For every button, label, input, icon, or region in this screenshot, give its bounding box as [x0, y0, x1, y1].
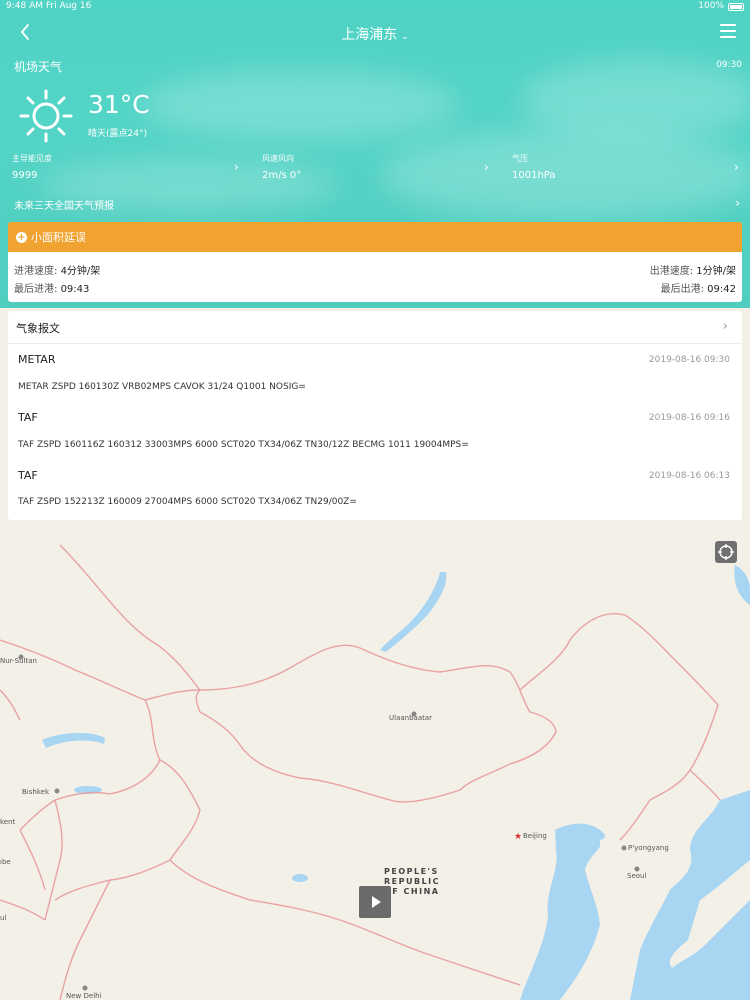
- report-type: TAF: [18, 411, 38, 424]
- city-label: P'yongyang: [628, 844, 669, 852]
- report-text: TAF ZSPD 152213Z 160009 27004MPS 6000 SC…: [18, 497, 357, 507]
- status-bar: 9:48 AM Fri Aug 16 100%: [0, 0, 750, 14]
- chevron-right-icon: ›: [734, 160, 739, 174]
- departure-speed-value: 1分钟/架: [696, 266, 736, 277]
- city-label: Beijing: [523, 832, 547, 840]
- last-arrival: 最后进港: 09:43: [14, 280, 89, 295]
- delay-banner[interactable]: + 小面积延误: [8, 222, 742, 252]
- chevron-down-icon: ⌄: [401, 32, 409, 42]
- plus-circle-icon: +: [16, 231, 27, 243]
- sun-icon: [19, 89, 73, 143]
- country-label-line: PEOPLE'S: [384, 867, 439, 876]
- report-type: TAF: [18, 469, 38, 482]
- metar-card-title[interactable]: 气象报文: [16, 320, 60, 336]
- report-text: METAR ZSPD 160130Z VRB02MPS CAVOK 31/24 …: [18, 382, 306, 392]
- crosshair-icon: [718, 544, 734, 560]
- chevron-right-icon[interactable]: ›: [723, 319, 728, 334]
- map-view[interactable]: Nur-Sultan Ulaanbaatar Bishkek kent Beij…: [0, 528, 750, 1000]
- last-arrival-value: 09:43: [60, 284, 90, 295]
- airport-selector[interactable]: 上海浦东 ⌄: [0, 24, 750, 44]
- map-canvas: [0, 528, 750, 1000]
- battery-icon: [728, 3, 744, 11]
- hamburger-icon: [720, 24, 736, 26]
- report-text: TAF ZSPD 160116Z 160312 33003MPS 6000 SC…: [18, 440, 469, 450]
- city-label: ul: [0, 914, 7, 922]
- metric-value: 2m/s 0°: [262, 170, 302, 181]
- report-time: 2019-08-16 06:13: [648, 471, 730, 481]
- delay-card: + 小面积延误 进港速度: 4分钟/架 出港速度: 1分钟/架 最后进港: 09…: [8, 222, 742, 302]
- wind-metric[interactable]: 风速风向 2m/s 0°: [262, 153, 301, 181]
- last-departure-value: 09:42: [707, 284, 736, 295]
- report-type: METAR: [18, 353, 56, 366]
- section-label: 机场天气: [14, 60, 63, 74]
- country-label-line: OF CHINA: [384, 887, 440, 896]
- city-label: Seoul: [627, 872, 647, 880]
- locate-button[interactable]: [715, 541, 737, 563]
- departure-speed: 出港速度: 1分钟/架: [650, 262, 736, 277]
- weather-condition: 晴天(露点24°): [88, 129, 147, 139]
- city-label: New Delhi: [66, 992, 102, 1000]
- status-time: 9:48 AM Fri Aug 16: [6, 1, 92, 11]
- city-label: Nur-Sultan: [0, 657, 37, 665]
- report-time: 2019-08-16 09:16: [648, 413, 730, 423]
- pressure-metric[interactable]: 气压 1001hPa: [512, 153, 556, 181]
- chevron-right-icon: ›: [484, 160, 489, 174]
- airport-name: 上海浦东: [341, 27, 398, 43]
- report-time: 2019-08-16 09:30: [648, 355, 730, 365]
- metric-label: 气压: [512, 154, 528, 163]
- play-button[interactable]: [359, 886, 391, 918]
- metric-value: 1001hPa: [512, 170, 556, 181]
- menu-button[interactable]: [720, 24, 736, 38]
- play-icon: [372, 896, 381, 908]
- arrival-speed-value: 4分钟/架: [60, 266, 101, 277]
- last-departure-label: 最后出港:: [660, 284, 704, 295]
- city-label: kent: [0, 818, 16, 826]
- delay-title: 小面积延误: [31, 231, 86, 244]
- country-label: PEOPLE'S REPUBLIC OF CHINA: [384, 867, 440, 897]
- forecast-link[interactable]: 未来三天全国天气预报: [14, 197, 114, 212]
- battery-percent: 100%: [698, 1, 724, 11]
- metric-label: 风速风向: [262, 154, 294, 163]
- metric-value: 9999: [12, 170, 38, 181]
- chevron-right-icon: ›: [735, 196, 740, 210]
- metar-card: 气象报文 › METAR 2019-08-16 09:30 METAR ZSPD…: [8, 311, 742, 520]
- update-time: 09:30: [716, 60, 742, 70]
- divider: [8, 343, 742, 344]
- city-label: Ulaanbaatar: [389, 714, 433, 722]
- city-label: ıbe: [0, 858, 11, 866]
- last-departure: 最后出港: 09:42: [661, 280, 736, 295]
- city-label: Bishkek: [22, 788, 49, 796]
- last-arrival-label: 最后进港:: [14, 284, 58, 295]
- temperature: 31°C: [88, 90, 150, 119]
- departure-speed-label: 出港速度:: [649, 266, 694, 277]
- visibility-metric[interactable]: 主导能见度 9999: [12, 153, 52, 181]
- chevron-right-icon: ›: [234, 160, 239, 174]
- arrival-speed: 进港速度: 4分钟/架: [14, 262, 100, 277]
- arrival-speed-label: 进港速度:: [14, 266, 58, 277]
- metric-label: 主导能见度: [12, 154, 52, 163]
- lake-qinghai: [292, 874, 308, 882]
- country-label-line: REPUBLIC: [384, 877, 441, 886]
